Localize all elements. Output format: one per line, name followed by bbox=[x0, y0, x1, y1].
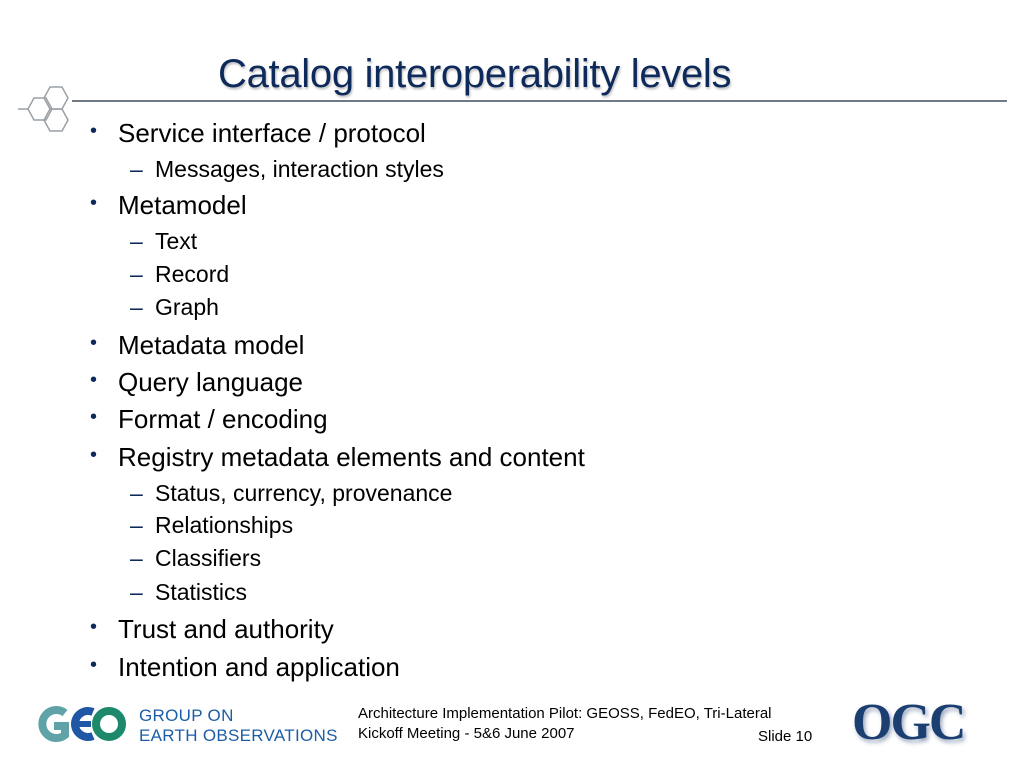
item-text: Relationships bbox=[155, 512, 294, 538]
bullet-icon: • bbox=[90, 616, 98, 638]
item-text: Metadata model bbox=[118, 330, 305, 360]
item-text: Statistics bbox=[155, 579, 248, 605]
bullet-icon: • bbox=[90, 192, 98, 214]
geo-line-2: EARTH OBSERVATIONS bbox=[139, 726, 338, 745]
dash-icon: – bbox=[130, 480, 143, 506]
item-text: Classifiers bbox=[155, 545, 262, 571]
item-text: Messages, interaction styles bbox=[155, 156, 444, 182]
meeting-line-1: Architecture Implementation Pilot: GEOSS… bbox=[358, 705, 772, 722]
bullet-icon: • bbox=[90, 369, 98, 391]
geo-logo-icon bbox=[38, 706, 126, 742]
slide-number: Slide 10 bbox=[758, 728, 813, 745]
item-text: Query language bbox=[118, 367, 304, 397]
item-text: Service interface / protocol bbox=[118, 118, 426, 148]
item-text: Trust and authority bbox=[118, 614, 334, 644]
hexagon-decoration-icon bbox=[18, 86, 69, 132]
dash-icon: – bbox=[130, 579, 143, 605]
slide-title: Catalog interoperability levels bbox=[218, 52, 732, 96]
item-text: Graph bbox=[155, 294, 219, 320]
dash-icon: – bbox=[130, 545, 143, 571]
bullet-icon: • bbox=[90, 332, 98, 354]
meeting-line-2: Kickoff Meeting - 5&6 June 2007 bbox=[358, 725, 575, 742]
bullet-icon: • bbox=[90, 406, 98, 428]
dash-icon: – bbox=[130, 512, 143, 538]
geo-organization-name: GROUP ON EARTH OBSERVATIONS bbox=[139, 706, 338, 746]
dash-icon: – bbox=[130, 294, 143, 320]
item-text: Text bbox=[155, 228, 198, 254]
ogc-logo: OGC bbox=[852, 694, 966, 751]
title-divider bbox=[72, 100, 1007, 102]
item-text: Metamodel bbox=[118, 190, 247, 220]
dash-icon: – bbox=[130, 228, 143, 254]
item-text: Intention and application bbox=[118, 652, 400, 682]
item-text: Status, currency, provenance bbox=[155, 480, 453, 506]
dash-icon: – bbox=[130, 156, 143, 182]
bullet-icon: • bbox=[90, 444, 98, 466]
meeting-info: Architecture Implementation Pilot: GEOSS… bbox=[358, 704, 772, 744]
item-text: Record bbox=[155, 261, 230, 287]
bullet-icon: • bbox=[90, 654, 98, 676]
dash-icon: – bbox=[130, 261, 143, 287]
item-text: Registry metadata elements and content bbox=[118, 442, 585, 472]
item-text: Format / encoding bbox=[118, 404, 328, 434]
geo-line-1: GROUP ON bbox=[139, 706, 234, 725]
bullet-icon: • bbox=[90, 120, 98, 142]
